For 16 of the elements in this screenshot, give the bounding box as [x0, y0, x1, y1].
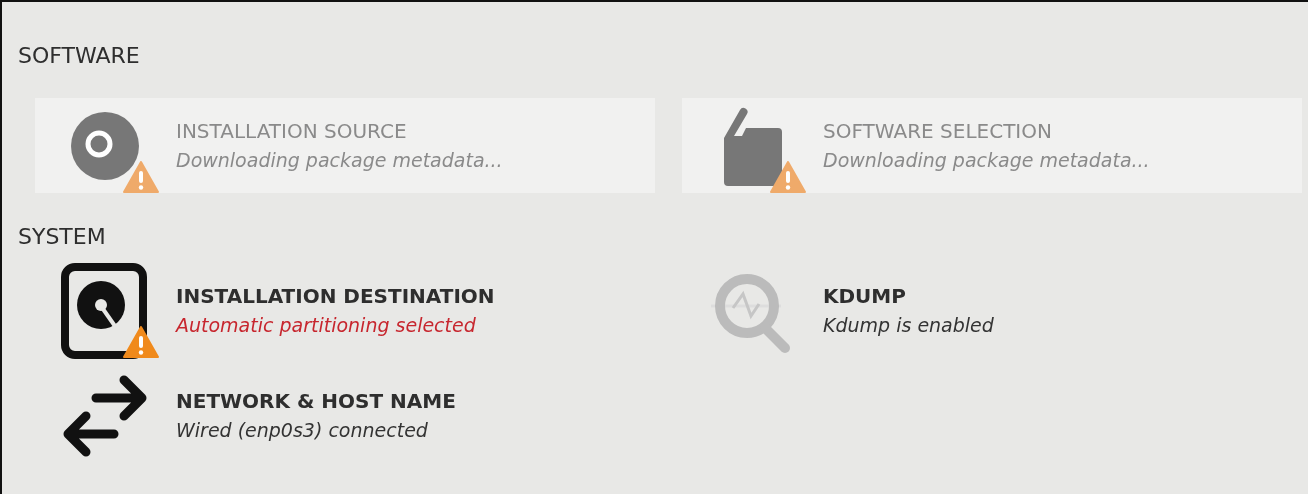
spoke-title: INSTALLATION SOURCE	[176, 117, 408, 145]
spoke[interactable]: NETWORK & HOST NAME Wired (enp0s3) connected	[35, 368, 655, 463]
spoke-title: NETWORK & HOST NAME	[176, 387, 456, 415]
spoke-status: Wired (enp0s3) connected	[176, 417, 429, 443]
spoke[interactable]: KDUMP Kdump is enabled	[682, 263, 1302, 358]
spoke-status: Automatic partitioning selected	[176, 312, 477, 338]
spoke-title: INSTALLATION DESTINATION	[176, 282, 495, 310]
spoke-title: KDUMP	[823, 282, 907, 310]
disc-icon	[70, 110, 140, 181]
spoke-status: Downloading package metadata...	[823, 147, 1150, 173]
section-heading: SYSTEM	[17, 223, 107, 251]
spoke-status: Kdump is enabled	[823, 312, 994, 338]
spoke-title: SOFTWARE SELECTION	[823, 117, 1053, 145]
spoke[interactable]: INSTALLATION DESTINATION Automatic partitioning selected	[35, 263, 655, 358]
spoke-status: Downloading package metadata...	[176, 147, 503, 173]
section-heading: SOFTWARE	[17, 42, 141, 70]
